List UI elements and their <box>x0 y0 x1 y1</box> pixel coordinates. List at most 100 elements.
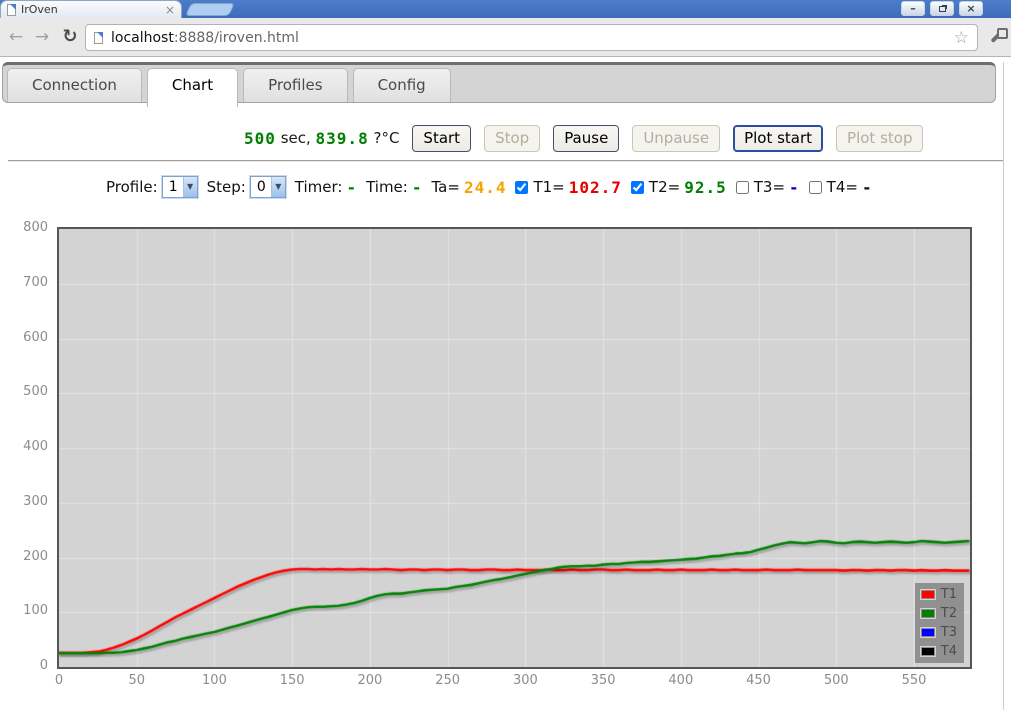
tab-connection[interactable]: Connection <box>7 68 142 102</box>
timer-value: - <box>346 178 357 197</box>
t1-label: T1= <box>533 178 564 196</box>
time-value: - <box>412 178 423 197</box>
legend-item: T4 <box>920 644 957 659</box>
t4-checkbox[interactable] <box>809 181 822 194</box>
profile-select[interactable]: 1▼ <box>162 176 198 198</box>
status-row: Profile: 1▼ Step: 0▼ Timer: - Time: - Ta… <box>0 173 1004 201</box>
back-icon[interactable]: ← <box>4 24 28 50</box>
chevron-down-icon: ▼ <box>271 177 285 197</box>
divider <box>8 160 1004 162</box>
legend-label: T2 <box>941 606 957 621</box>
timer-label: Timer: <box>295 178 343 196</box>
x-tick-label: 250 <box>426 673 470 688</box>
unpause-button: Unpause <box>632 125 720 152</box>
y-tick-label: 700 <box>23 275 48 290</box>
set-time-unit: sec, <box>281 129 311 147</box>
legend-swatch <box>920 608 936 619</box>
browser-toolbar: ← → ↻ localhost:8888/iroven.html ☆ <box>0 18 1011 57</box>
browser-tab[interactable]: IrOven × <box>0 0 182 18</box>
app-tabstrip: Connection Chart Profiles Config <box>2 62 996 103</box>
y-tick-label: 600 <box>23 330 48 345</box>
t4-label: T4= <box>827 178 858 196</box>
t2-label: T2= <box>649 178 680 196</box>
x-tick-label: 400 <box>659 673 703 688</box>
bookmark-star-icon[interactable]: ☆ <box>954 28 969 48</box>
stop-button: Stop <box>484 125 540 152</box>
minimize-button[interactable]: – <box>901 1 925 16</box>
restore-button[interactable] <box>930 1 954 16</box>
x-axis-labels: 050100150200250300350400450500550 <box>59 673 974 693</box>
x-tick-label: 450 <box>737 673 781 688</box>
new-tab-button[interactable] <box>185 3 235 16</box>
x-tick-label: 150 <box>270 673 314 688</box>
step-select-value: 0 <box>257 179 266 195</box>
reload-icon[interactable]: ↻ <box>58 24 82 50</box>
y-tick-label: 500 <box>23 384 48 399</box>
x-tick-label: 0 <box>37 673 81 688</box>
step-select[interactable]: 0▼ <box>250 176 286 198</box>
chevron-down-icon: ▼ <box>183 177 197 197</box>
legend-swatch <box>920 627 936 638</box>
t2-value: 92.5 <box>684 178 727 197</box>
browser-window: IrOven × – × ← → ↻ localhost:8888/iroven… <box>0 0 1011 726</box>
y-axis-labels: 0100200300400500600700800 <box>0 227 52 665</box>
url-path: :8888/iroven.html <box>174 30 299 46</box>
page-icon <box>94 32 103 44</box>
page-edge <box>1003 62 1004 710</box>
url-domain: localhost <box>111 30 174 46</box>
tab-config[interactable]: Config <box>353 68 451 102</box>
y-tick-label: 800 <box>23 220 48 235</box>
x-tick-label: 550 <box>892 673 936 688</box>
start-button[interactable]: Start <box>412 125 471 152</box>
profile-label: Profile: <box>106 178 158 196</box>
t4-value: - <box>862 178 873 197</box>
step-label: Step: <box>207 178 246 196</box>
t1-value: 102.7 <box>569 178 622 197</box>
y-tick-label: 100 <box>23 603 48 618</box>
y-tick-label: 0 <box>40 658 48 673</box>
legend-label: T3 <box>941 625 957 640</box>
x-tick-label: 300 <box>503 673 547 688</box>
t2-checkbox[interactable] <box>631 181 644 194</box>
x-tick-label: 200 <box>348 673 392 688</box>
x-tick-label: 350 <box>581 673 625 688</box>
y-tick-label: 200 <box>23 549 48 564</box>
y-tick-label: 400 <box>23 439 48 454</box>
legend-item: T2 <box>920 606 957 621</box>
x-tick-label: 500 <box>814 673 858 688</box>
t3-value: - <box>789 178 800 197</box>
time-label: Time: <box>366 178 408 196</box>
chart-canvas <box>59 229 970 667</box>
legend-swatch <box>920 646 936 657</box>
forward-icon[interactable]: → <box>30 24 54 50</box>
browser-tab-title: IrOven <box>21 3 160 16</box>
chart-legend: T1 T2 T3 T4 <box>915 583 964 663</box>
legend-label: T4 <box>941 644 957 659</box>
window-controls: – × <box>901 1 983 16</box>
url-text[interactable]: localhost:8888/iroven.html <box>111 30 946 46</box>
restore-icon <box>939 6 946 12</box>
set-temp-unit: ?°C <box>373 129 399 147</box>
legend-label: T1 <box>941 587 957 602</box>
t3-label: T3= <box>754 178 785 196</box>
x-tick-label: 100 <box>192 673 236 688</box>
controls-row: 500 sec, 839.8 ?°C Start Stop Pause Unpa… <box>0 123 1004 153</box>
close-button[interactable]: × <box>959 1 983 16</box>
t3-checkbox[interactable] <box>736 181 749 194</box>
tab-profiles[interactable]: Profiles <box>243 68 347 102</box>
set-temp-value: 839.8 <box>316 129 369 148</box>
tab-close-icon[interactable]: × <box>165 5 175 15</box>
page-icon <box>7 4 16 16</box>
x-tick-label: 50 <box>115 673 159 688</box>
address-bar[interactable]: localhost:8888/iroven.html ☆ <box>85 24 978 51</box>
profile-select-value: 1 <box>169 179 178 195</box>
plot-stop-button: Plot stop <box>836 125 923 152</box>
browser-titlebar: IrOven × – × <box>0 0 1011 18</box>
t1-checkbox[interactable] <box>515 181 528 194</box>
plot-area: T1 T2 T3 T4 <box>57 227 972 669</box>
pause-button[interactable]: Pause <box>553 125 619 152</box>
legend-swatch <box>920 589 936 600</box>
wrench-menu-icon[interactable] <box>987 27 1005 45</box>
plot-start-button[interactable]: Plot start <box>733 125 823 152</box>
tab-chart[interactable]: Chart <box>147 68 238 107</box>
